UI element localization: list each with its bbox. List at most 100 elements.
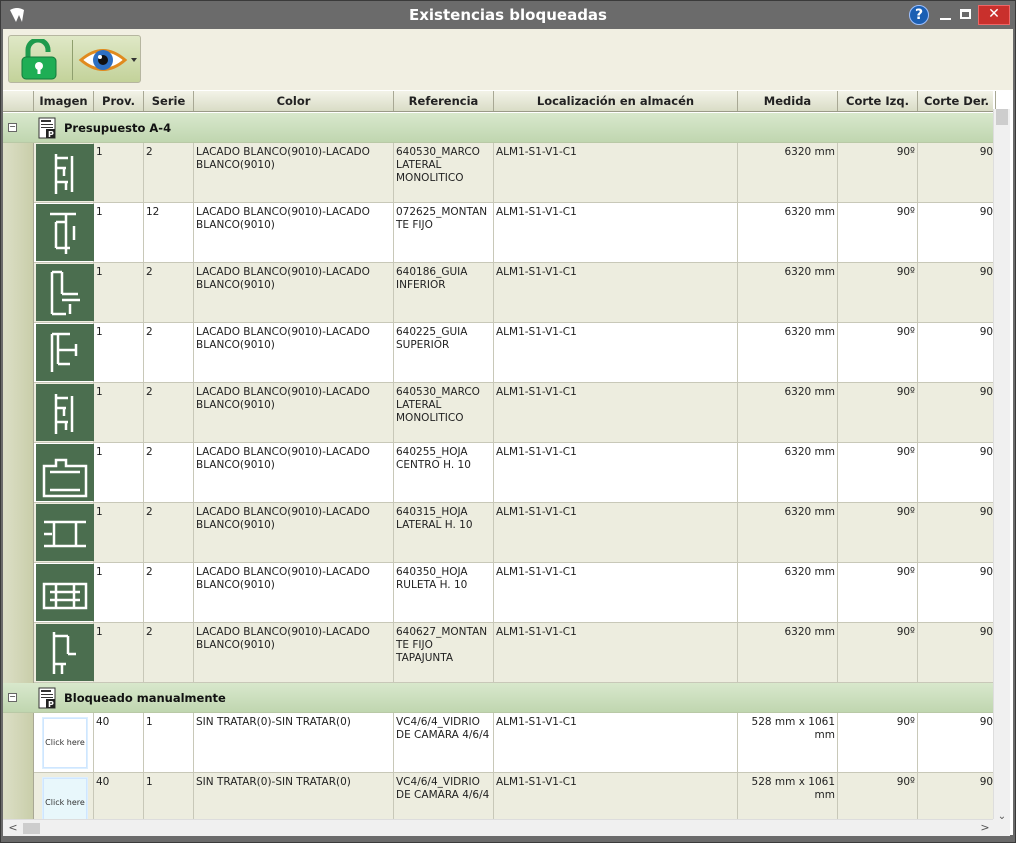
row-selector[interactable] <box>3 503 34 563</box>
row-selector[interactable] <box>3 563 34 623</box>
header-col-referencia[interactable]: Referencia <box>394 91 494 111</box>
table-row[interactable]: Click here 40 1 SIN TRATAR(0)-SIN TRATAR(0… <box>3 713 998 773</box>
header-col-imagen[interactable]: Imagen <box>34 91 94 111</box>
corte-der-cell: 90º <box>979 716 998 728</box>
unlock-button[interactable] <box>12 37 68 81</box>
header-col-prov[interactable]: Prov. <box>94 91 144 111</box>
referencia-cell: 072625_MONTANTE FIJO <box>394 203 494 263</box>
svg-text:P: P <box>48 700 54 709</box>
row-selector[interactable] <box>3 323 34 383</box>
medida-cell: 6320 mm <box>738 503 838 563</box>
table-row[interactable]: 12 LACADO BLANCO(9010)-LACADO BLANCO(901… <box>3 143 998 203</box>
row-selector[interactable] <box>3 263 34 323</box>
header-col-corte-izq[interactable]: Corte Izq. <box>838 91 918 111</box>
serie-cell: 1 <box>144 713 194 773</box>
scroll-left-arrow[interactable]: < <box>7 822 19 834</box>
group-row[interactable]: − P Bloqueado manualmente <box>3 683 993 713</box>
close-button[interactable]: ✕ <box>978 5 1010 25</box>
scroll-right-arrow[interactable]: > <box>979 822 991 834</box>
horizontal-scroll-thumb[interactable] <box>23 823 40 834</box>
minimize-button[interactable] <box>936 5 956 25</box>
corte-izq-cell: 90º <box>838 383 918 443</box>
document-icon: P <box>38 117 58 139</box>
profile-thumbnail[interactable] <box>36 444 94 501</box>
row-selector[interactable] <box>3 383 34 443</box>
table-row[interactable]: 12 LACADO BLANCO(9010)-LACADO BLANCO(901… <box>3 563 998 623</box>
header-col-corte-der[interactable]: Corte Der. <box>918 91 996 111</box>
localizacion-cell: ALM1-S1-V1-C1 <box>494 383 738 443</box>
serie-cell: 2 <box>144 623 194 683</box>
corte-izq-cell: 90º <box>838 443 918 503</box>
localizacion-cell: ALM1-S1-V1-C1 <box>494 563 738 623</box>
corte-izq-cell: 90º <box>838 503 918 563</box>
profile-thumbnail[interactable] <box>36 144 94 201</box>
table-row[interactable]: 12 LACADO BLANCO(9010)-LACADO BLANCO(901… <box>3 263 998 323</box>
unlock-icon <box>21 37 57 80</box>
referencia-cell: 640315_HOJA LATERAL H. 10 <box>394 503 494 563</box>
row-selector[interactable] <box>3 443 34 503</box>
header-col-medida[interactable]: Medida <box>738 91 838 111</box>
click-here-label: Click here <box>45 798 85 807</box>
referencia-cell: VC4/6/4_VIDRIO DE CAMARA 4/6/4 <box>394 713 494 773</box>
table-row[interactable]: 12 LACADO BLANCO(9010)-LACADO BLANCO(901… <box>3 623 998 683</box>
group-row[interactable]: − P Presupuesto A-4 <box>3 113 993 143</box>
prov-cell: 1 <box>94 203 144 263</box>
prov-cell: 1 <box>94 503 144 563</box>
corte-izq-cell: 90º <box>838 623 918 683</box>
header-col-color[interactable]: Color <box>194 91 394 111</box>
horizontal-scrollbar[interactable]: < > <box>3 819 993 836</box>
serie-cell: 2 <box>144 443 194 503</box>
serie-cell: 2 <box>144 563 194 623</box>
medida-cell: 6320 mm <box>738 383 838 443</box>
collapse-toggle-icon[interactable]: − <box>8 123 17 132</box>
corte-der-cell: 90º <box>979 446 998 458</box>
profile-thumbnail[interactable] <box>36 564 94 621</box>
header-col-localizacion[interactable]: Localización en almacén <box>494 91 738 111</box>
profile-thumbnail[interactable] <box>36 324 94 381</box>
medida-cell: 6320 mm <box>738 263 838 323</box>
color-cell: LACADO BLANCO(9010)-LACADO BLANCO(9010) <box>194 623 394 683</box>
title-bar: Existencias bloqueadas ? ✕ <box>1 1 1015 29</box>
table-row[interactable]: 1 12 LACADO BLANCO(9010)-LACADO BLANCO(90… <box>3 203 998 263</box>
corte-der-cell: 90º <box>979 566 998 578</box>
prov-cell: 1 <box>94 623 144 683</box>
corte-izq-cell: 90º <box>838 263 918 323</box>
corte-der-cell: 90º <box>979 626 998 638</box>
view-button[interactable] <box>77 39 139 81</box>
table-row[interactable]: 12 LACADO BLANCO(9010)-LACADO BLANCO(901… <box>3 383 998 443</box>
row-selector[interactable] <box>3 623 34 683</box>
vertical-scroll-thumb[interactable] <box>996 109 1008 125</box>
table-row[interactable]: 12 LACADO BLANCO(9010)-LACADO BLANCO(901… <box>3 503 998 563</box>
referencia-cell: 640627_MONTANTE FIJO TAPAJUNTA <box>394 623 494 683</box>
localizacion-cell: ALM1-S1-V1-C1 <box>494 323 738 383</box>
profile-thumbnail[interactable] <box>36 384 94 441</box>
profile-thumbnail[interactable] <box>36 504 94 561</box>
document-icon: P <box>38 687 58 709</box>
maximize-button[interactable] <box>956 5 976 25</box>
localizacion-cell: ALM1-S1-V1-C1 <box>494 263 738 323</box>
referencia-cell: 640186_GUIA INFERIOR <box>394 263 494 323</box>
maximize-icon <box>960 9 971 19</box>
serie-cell: 12 <box>144 203 194 263</box>
header-col-serie[interactable]: Serie <box>144 91 194 111</box>
medida-cell: 6320 mm <box>738 143 838 203</box>
row-selector[interactable] <box>3 203 34 263</box>
profile-thumbnail[interactable] <box>36 264 94 321</box>
medida-cell: 6320 mm <box>738 203 838 263</box>
vertical-scrollbar[interactable]: ⌄ <box>993 109 1010 825</box>
table-row[interactable]: 12 LACADO BLANCO(9010)-LACADO BLANCO(901… <box>3 443 998 503</box>
profile-thumbnail[interactable] <box>36 624 94 681</box>
table-row[interactable]: 12 LACADO BLANCO(9010)-LACADO BLANCO(901… <box>3 323 998 383</box>
localizacion-cell: ALM1-S1-V1-C1 <box>494 623 738 683</box>
click-here-thumbnail[interactable]: Click here <box>42 717 88 769</box>
corte-der-cell: 90º <box>979 206 998 218</box>
collapse-toggle-icon[interactable]: − <box>8 693 17 702</box>
prov-cell: 1 <box>94 143 144 203</box>
help-button[interactable]: ? <box>909 5 929 25</box>
localizacion-cell: ALM1-S1-V1-C1 <box>494 203 738 263</box>
referencia-cell: 640350_HOJA RULETA H. 10 <box>394 563 494 623</box>
row-selector[interactable] <box>3 143 34 203</box>
profile-thumbnail[interactable] <box>36 204 94 261</box>
row-selector[interactable] <box>3 713 34 773</box>
color-cell: LACADO BLANCO(9010)-LACADO BLANCO(9010) <box>194 563 394 623</box>
